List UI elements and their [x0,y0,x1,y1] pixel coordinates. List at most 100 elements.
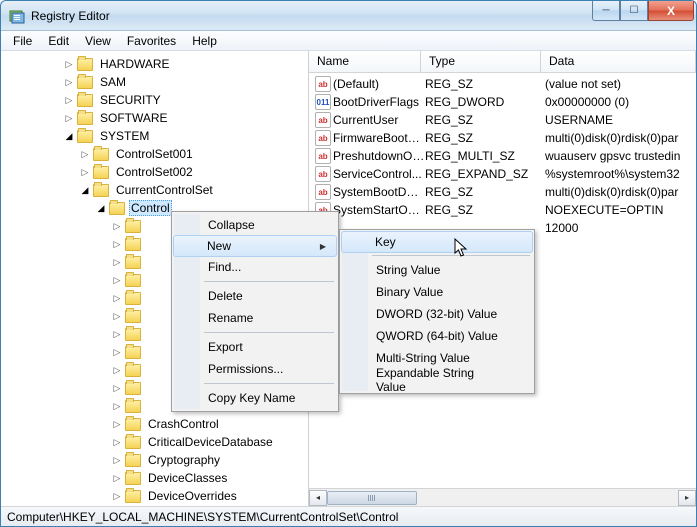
menu-item[interactable]: Binary Value [342,281,532,303]
expand-icon[interactable]: ▷ [109,308,125,324]
collapse-icon[interactable]: ◢ [77,182,93,198]
menu-help[interactable]: Help [184,32,225,50]
list-row[interactable]: abPreshutdownOr...REG_MULTI_SZwuauserv g… [309,147,696,165]
menu-favorites[interactable]: Favorites [119,32,184,50]
tree-node[interactable]: ▷ CrashControl [9,415,308,433]
folder-icon [125,292,141,305]
value-name: FirmwareBootD... [333,131,425,145]
menu-item[interactable]: Key [341,231,533,253]
expand-icon[interactable]: ▷ [109,326,125,342]
tree-node[interactable]: ▷ SOFTWARE [9,109,308,127]
expand-icon[interactable]: ▷ [61,92,77,108]
tree-node[interactable]: ▷SECURITY [9,91,308,109]
expand-icon[interactable]: ▷ [109,488,125,504]
menu-item[interactable]: QWORD (64-bit) Value [342,325,532,347]
list-row[interactable]: abCurrentUserREG_SZUSERNAME [309,111,696,129]
expand-icon[interactable]: ▷ [61,74,77,90]
expand-icon[interactable]: ▷ [109,470,125,486]
value-data: NOEXECUTE=OPTIN [545,203,696,217]
column-data[interactable]: Data [541,51,696,72]
close-button[interactable]: X [648,1,694,21]
collapse-icon[interactable]: ◢ [61,128,77,144]
scroll-track[interactable] [327,490,678,506]
tree-label: ControlSet002 [113,164,196,180]
menu-view[interactable]: View [77,32,119,50]
menu-item[interactable]: String Value [342,259,532,281]
minimize-button[interactable]: ─ [592,1,620,21]
value-type: REG_EXPAND_SZ [425,167,545,181]
tree-node[interactable]: ▷ ControlSet002 [9,163,308,181]
expand-icon[interactable]: ▷ [109,362,125,378]
menu-item[interactable]: New▶ [173,235,337,257]
tree-node[interactable]: ▷DeviceClasses [9,469,308,487]
value-data: wuauserv gpsvc trustedin [545,149,696,163]
menu-file[interactable]: File [5,32,40,50]
column-type[interactable]: Type [421,51,541,72]
menu-item-label: Binary Value [376,285,443,299]
menu-item[interactable]: Export [174,336,336,358]
menu-separator [204,281,334,282]
expand-icon[interactable]: ▷ [109,254,125,270]
list-row[interactable]: abSystemBootDevi...REG_SZmulti(0)disk(0)… [309,183,696,201]
menu-item[interactable]: DWORD (32-bit) Value [342,303,532,325]
tree-node[interactable]: ▷HARDWARE [9,55,308,73]
tree-node[interactable]: ◢SYSTEM [9,127,308,145]
expand-icon[interactable]: ▷ [109,416,125,432]
tree-label [145,351,151,353]
tree-label [145,387,151,389]
list-row[interactable]: abServiceControl...REG_EXPAND_SZ%systemr… [309,165,696,183]
expand-icon[interactable]: ▷ [109,272,125,288]
string-value-icon: ab [315,184,331,200]
column-name[interactable]: Name [309,51,421,72]
menu-item[interactable]: Collapse [174,214,336,236]
tree-node[interactable]: ▷ControlSet001 [9,145,308,163]
scroll-left-button[interactable]: ◂ [309,490,327,506]
horizontal-scrollbar[interactable]: ◂ ▸ [309,488,696,506]
scroll-right-button[interactable]: ▸ [678,490,696,506]
scroll-thumb[interactable] [327,491,417,505]
tree-label [145,243,151,245]
collapse-icon[interactable]: ◢ [93,200,109,216]
value-type: REG_MULTI_SZ [425,149,545,163]
expand-icon[interactable]: ▷ [109,380,125,396]
tree-node[interactable]: ▷CriticalDeviceDatabase [9,433,308,451]
expand-icon[interactable]: ▷ [109,452,125,468]
list-row[interactable]: 011BootDriverFlagsREG_DWORD0x00000000 (0… [309,93,696,111]
expand-icon[interactable]: ▷ [61,56,77,72]
expand-icon[interactable]: ▷ [109,398,125,414]
folder-icon [77,76,93,89]
menu-item[interactable]: Rename [174,307,336,329]
list-row[interactable]: ab(Default)REG_SZ(value not set) [309,75,696,93]
menu-edit[interactable]: Edit [40,32,77,50]
menu-item[interactable]: Find... [174,256,336,278]
tree-label: CrashControl [145,416,222,432]
expand-icon[interactable]: ▷ [61,110,77,126]
menu-item[interactable]: Permissions... [174,358,336,380]
expand-icon[interactable]: ▷ [109,218,125,234]
folder-icon [125,490,141,503]
tree-node[interactable]: ▷Cryptography [9,451,308,469]
expand-icon[interactable]: ▷ [77,164,93,180]
new-submenu: Key String Value Binary Value DWORD (32-bit… [339,229,535,394]
tree-label: SOFTWARE [97,110,171,126]
tree-node[interactable]: ◢CurrentControlSet [9,181,308,199]
list-row[interactable]: abFirmwareBootD...REG_SZmulti(0)disk(0)r… [309,129,696,147]
expand-icon[interactable]: ▷ [109,236,125,252]
value-data: %systemroot%\system32 [545,167,696,181]
menu-item[interactable]: Expandable String Value [342,369,532,391]
expand-icon[interactable]: ▷ [109,434,125,450]
tree-node[interactable]: ▷DeviceOverrides [9,487,308,505]
titlebar[interactable]: Registry Editor ─ ☐ X [1,1,696,31]
expand-icon[interactable]: ▷ [109,290,125,306]
tree-node[interactable]: ▷SAM [9,73,308,91]
menu-item[interactable]: Copy Key Name [174,387,336,409]
statusbar: Computer\HKEY_LOCAL_MACHINE\SYSTEM\Curre… [1,506,696,526]
folder-icon [77,58,93,71]
list-row[interactable]: abSystemStartOpti...REG_SZ NOEXECUTE=OPT… [309,201,696,219]
expand-icon[interactable]: ▷ [109,344,125,360]
value-data: 0x00000000 (0) [545,95,696,109]
maximize-button[interactable]: ☐ [620,1,648,21]
expand-icon[interactable]: ▷ [77,146,93,162]
menu-item[interactable]: Delete [174,285,336,307]
menu-item-label: Permissions... [208,362,283,376]
